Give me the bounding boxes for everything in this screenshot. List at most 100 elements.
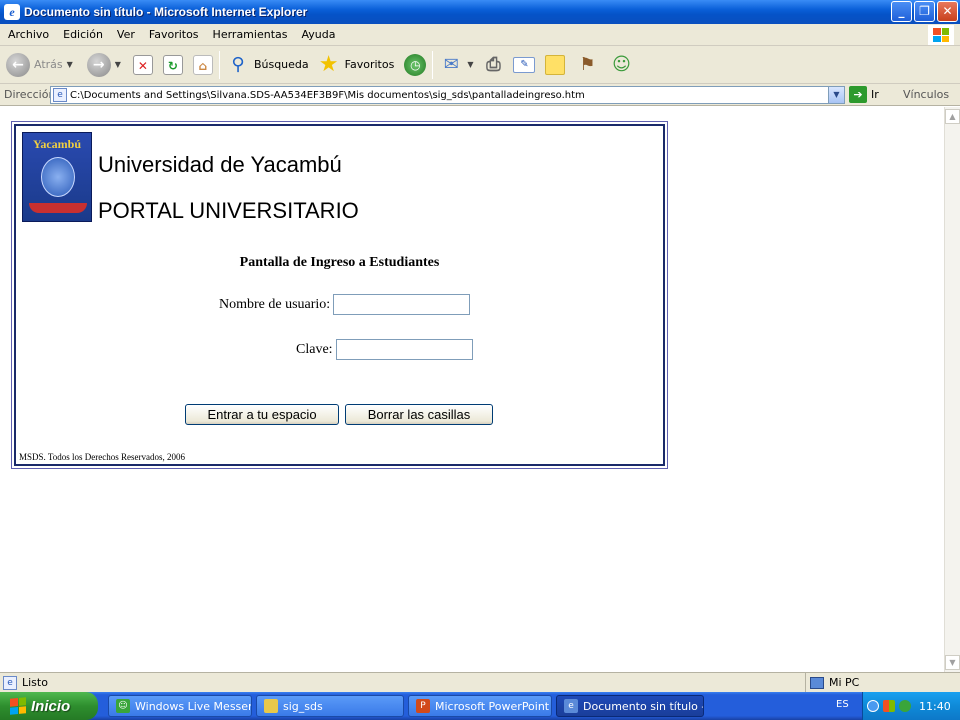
maximize-button[interactable]: ❐	[914, 1, 935, 22]
screen-title: Pantalla de Ingreso a Estudiantes	[239, 255, 440, 270]
menu-herramientas[interactable]: Herramientas	[206, 28, 295, 41]
security-tray-icon[interactable]	[883, 700, 895, 712]
standard-toolbar: ← Atrás ▼ → ▼ ✕ ↻ ⌂ ⚲ Búsqueda ★ Favorit…	[0, 46, 960, 84]
print-icon[interactable]: ⎙	[481, 53, 505, 77]
forward-arrow-icon: →	[86, 52, 111, 77]
ie-icon: e	[564, 699, 578, 713]
messenger-icon[interactable]: ☺	[609, 53, 633, 77]
copyright-footer: MSDS. Todos los Derechos Reservados, 200…	[19, 452, 185, 462]
address-url[interactable]: C:\Documents and Settings\Silvana.SDS-AA…	[70, 90, 585, 101]
taskbar: Inicio ☺ Windows Live Messen... sig_sds …	[0, 692, 960, 720]
username-input[interactable]	[333, 294, 471, 315]
taskbar-item-folder[interactable]: sig_sds	[256, 695, 404, 717]
menu-edicion[interactable]: Edición	[56, 28, 110, 41]
start-button[interactable]: Inicio	[0, 692, 98, 720]
address-label: Dirección	[4, 88, 56, 101]
mail-dropdown-icon[interactable]: ▼	[467, 60, 473, 69]
window-title: Documento sin título - Microsoft Interne…	[24, 5, 308, 19]
task-label: sig_sds	[283, 699, 323, 713]
home-icon[interactable]: ⌂	[192, 54, 213, 75]
mail-icon[interactable]: ✉	[439, 53, 463, 77]
favorites-label: Favoritos	[344, 58, 395, 71]
history-icon[interactable]: ◷	[404, 53, 427, 76]
back-label: Atrás	[34, 58, 63, 71]
menu-bar: Archivo Edición Ver Favoritos Herramient…	[0, 24, 960, 46]
window-titlebar[interactable]: e Documento sin título - Microsoft Inter…	[0, 0, 960, 24]
username-row: Nombre de usuario:	[219, 294, 471, 315]
minimize-button[interactable]: _	[891, 1, 912, 22]
page-icon: e	[53, 88, 67, 102]
search-icon: ⚲	[231, 53, 245, 75]
go-label: Ir	[871, 88, 879, 101]
close-button[interactable]: ✕	[937, 1, 958, 22]
password-label: Clave:	[296, 341, 333, 357]
toolbar-separator	[218, 50, 220, 79]
window-controls: _ ❐ ✕	[891, 1, 958, 22]
msn-icon: ☺	[116, 699, 130, 713]
address-input[interactable]: e C:\Documents and Settings\Silvana.SDS-…	[50, 86, 845, 104]
password-input[interactable]	[335, 339, 473, 360]
research-icon[interactable]: ⚑	[575, 53, 599, 77]
powerpoint-icon: P	[416, 699, 430, 713]
task-label: Microsoft PowerPoint ...	[435, 699, 552, 713]
taskbar-item-powerpoint[interactable]: P Microsoft PowerPoint ...	[408, 695, 552, 717]
back-dropdown-icon[interactable]: ▼	[67, 60, 73, 69]
menu-archivo[interactable]: Archivo	[0, 28, 56, 41]
refresh-icon[interactable]: ↻	[162, 54, 183, 75]
portal-title: PORTAL UNIVERSITARIO	[98, 198, 359, 223]
forward-dropdown-icon[interactable]: ▼	[115, 60, 121, 69]
edit-icon[interactable]: ✎	[513, 56, 536, 73]
scroll-down-icon[interactable]: ▼	[945, 655, 960, 670]
menu-favoritos[interactable]: Favoritos	[142, 28, 206, 41]
security-zone: Mi PC	[805, 673, 960, 692]
go-arrow-icon: ➔	[849, 86, 867, 103]
login-panel: Yacambú Universidad de Yacambú PORTAL UN…	[11, 121, 668, 469]
logo-ribbon	[29, 203, 87, 213]
vertical-scrollbar[interactable]: ▲ ▼	[944, 107, 960, 672]
task-label: Documento sin título -...	[583, 699, 704, 713]
system-tray: 11:40	[862, 692, 960, 720]
zone-label: Mi PC	[829, 676, 860, 689]
tray-expand-icon[interactable]	[867, 700, 879, 712]
login-panel-inner: Yacambú Universidad de Yacambú PORTAL UN…	[14, 124, 665, 466]
address-dropdown-icon[interactable]: ▼	[828, 87, 844, 103]
page-content: Yacambú Universidad de Yacambú PORTAL UN…	[0, 107, 944, 672]
start-label: Inicio	[31, 697, 71, 715]
taskbar-item-ie[interactable]: e Documento sin título -...	[556, 695, 704, 717]
language-indicator[interactable]: ES	[836, 699, 849, 710]
favorites-star-icon: ★	[318, 51, 339, 77]
status-page-icon: e	[3, 675, 17, 690]
messenger-tray-icon[interactable]	[899, 700, 911, 712]
search-label: Búsqueda	[253, 58, 309, 71]
logo-emblem-icon	[41, 157, 75, 197]
ie-icon: e	[4, 4, 20, 20]
favorites-button[interactable]: ★ Favoritos	[317, 51, 395, 77]
menu-ver[interactable]: Ver	[110, 28, 142, 41]
university-logo: Yacambú	[22, 132, 92, 222]
toolbar-separator	[432, 50, 434, 79]
menu-ayuda[interactable]: Ayuda	[294, 28, 342, 41]
enter-button[interactable]: Entrar a tu espacio	[185, 404, 339, 425]
username-label: Nombre de usuario:	[219, 296, 331, 312]
computer-icon	[810, 676, 824, 689]
password-row: Clave:	[296, 339, 473, 360]
taskbar-item-messenger[interactable]: ☺ Windows Live Messen...	[108, 695, 252, 717]
search-button[interactable]: ⚲ Búsqueda	[226, 53, 309, 77]
status-bar: e Listo Mi PC	[0, 672, 960, 692]
folder-icon	[264, 699, 278, 713]
forward-button[interactable]: → ▼	[86, 52, 121, 77]
stop-icon[interactable]: ✕	[132, 54, 153, 75]
windows-flag-icon	[10, 697, 26, 715]
clock: 11:40	[919, 699, 951, 713]
discuss-icon[interactable]	[545, 54, 566, 75]
back-button[interactable]: ← Atrás ▼	[6, 52, 73, 77]
links-button[interactable]: Vínculos	[903, 88, 949, 101]
status-text: Listo	[22, 676, 48, 689]
address-bar: Dirección e C:\Documents and Settings\Si…	[0, 84, 960, 106]
clear-button[interactable]: Borrar las casillas	[345, 404, 493, 425]
task-label: Windows Live Messen...	[135, 699, 251, 713]
windows-logo-icon	[928, 25, 954, 45]
scroll-up-icon[interactable]: ▲	[945, 109, 960, 124]
logo-text: Yacambú	[32, 137, 81, 151]
go-button[interactable]: ➔ Ir	[849, 86, 879, 103]
